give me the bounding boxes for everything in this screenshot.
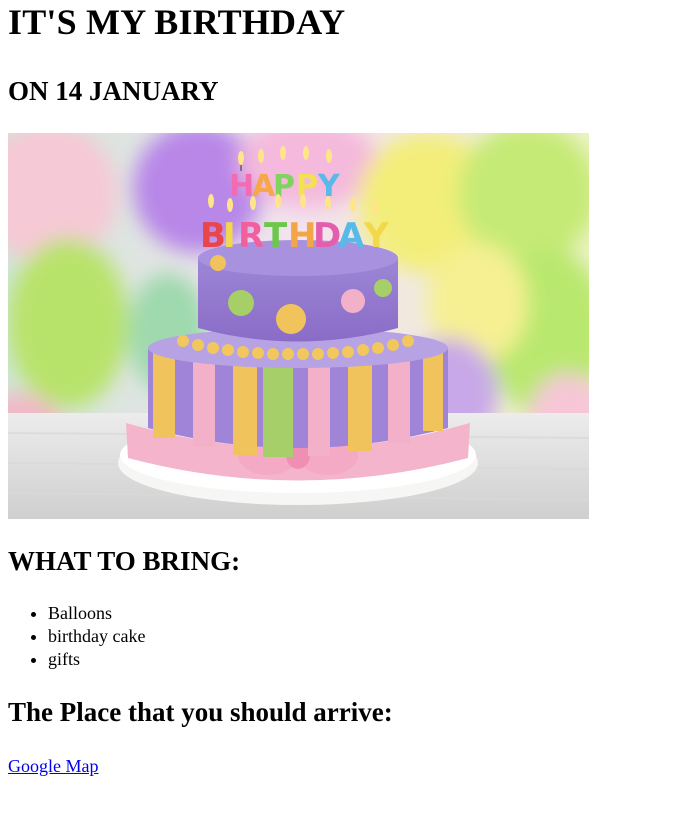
place-heading: The Place that you should arrive: bbox=[8, 697, 393, 727]
svg-text:R: R bbox=[238, 216, 264, 256]
list-item: birthday cake bbox=[48, 625, 678, 648]
bring-list: Balloons birthday cake gifts bbox=[8, 602, 678, 671]
list-item: Balloons bbox=[48, 602, 678, 625]
svg-text:P: P bbox=[296, 169, 318, 204]
birthday-cake-photo: H A P P Y B I R T H D A Y bbox=[8, 133, 589, 519]
list-item: gifts bbox=[48, 648, 678, 671]
page: IT'S MY BIRTHDAY ON 14 JANUARY H A P P Y… bbox=[0, 0, 686, 778]
svg-text:T: T bbox=[264, 216, 288, 256]
what-to-bring-heading: WHAT TO BRING: bbox=[8, 546, 241, 576]
svg-text:Y: Y bbox=[363, 216, 389, 256]
svg-text:D: D bbox=[313, 216, 341, 256]
svg-text:I: I bbox=[223, 216, 236, 256]
svg-text:A: A bbox=[338, 216, 365, 256]
date-heading: ON 14 JANUARY bbox=[8, 76, 219, 106]
svg-text:H: H bbox=[229, 169, 254, 204]
page-title: IT'S MY BIRTHDAY bbox=[8, 2, 346, 42]
google-map-link[interactable]: Google Map bbox=[8, 755, 98, 778]
